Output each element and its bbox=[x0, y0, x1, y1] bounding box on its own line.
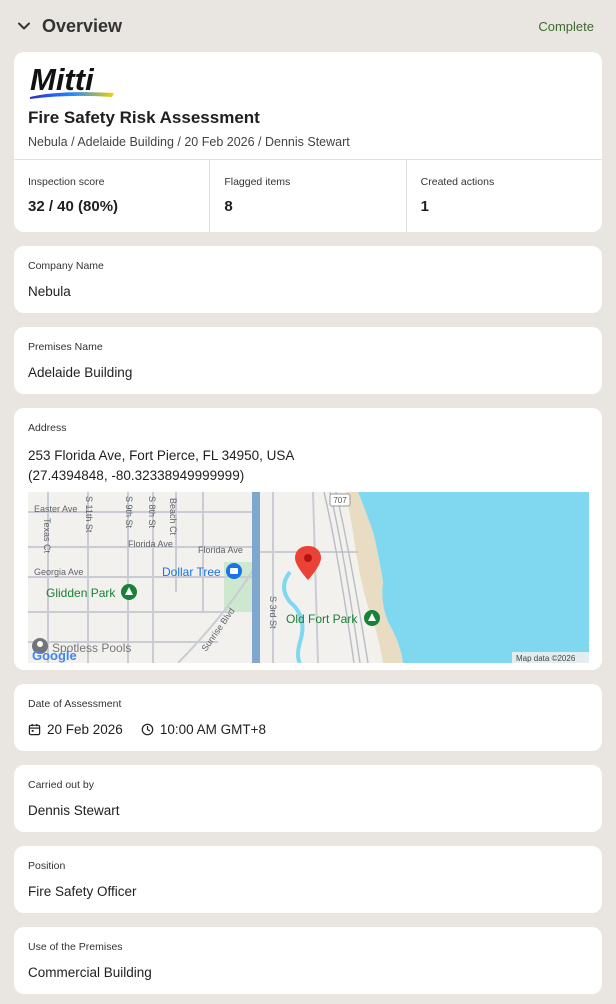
address-line: 253 Florida Ave, Fort Pierce, FL 34950, … bbox=[28, 448, 295, 463]
svg-text:S 3rd St: S 3rd St bbox=[268, 596, 278, 629]
svg-text:Georgia Ave: Georgia Ave bbox=[34, 567, 83, 577]
field-label: Premises Name bbox=[28, 341, 103, 353]
mitti-logo: Mitti bbox=[30, 64, 114, 99]
field-label: Date of Assessment bbox=[28, 698, 122, 710]
stat-inspection-score: Inspection score 32 / 40 (80%) bbox=[14, 160, 211, 232]
svg-text:Florida Ave: Florida Ave bbox=[198, 545, 243, 555]
place-label: Glidden Park bbox=[46, 586, 116, 600]
svg-text:707: 707 bbox=[333, 496, 347, 505]
field-label: Address bbox=[28, 422, 67, 434]
stat-flagged-items[interactable]: Flagged items 8 bbox=[210, 160, 407, 232]
field-label: Use of the Premises bbox=[28, 941, 123, 953]
assessment-time: 10:00 AM GMT+8 bbox=[159, 722, 266, 737]
svg-text:Mitti: Mitti bbox=[30, 64, 95, 97]
svg-text:S 9th St: S 9th St bbox=[124, 496, 134, 529]
field-value: Adelaide Building bbox=[28, 365, 133, 380]
report-subtitle: Nebula / Adelaide Building / 20 Feb 2026… bbox=[28, 135, 350, 149]
svg-text:S 8th St: S 8th St bbox=[147, 496, 157, 529]
place-label: Dollar Tree bbox=[162, 565, 221, 579]
stat-label: Inspection score bbox=[28, 176, 105, 188]
stat-value: 8 bbox=[224, 198, 233, 215]
calendar-icon bbox=[28, 723, 41, 736]
company-name-field: Company Name Nebula bbox=[14, 246, 602, 313]
svg-text:S 11th St: S 11th St bbox=[84, 496, 94, 533]
field-label: Position bbox=[28, 860, 66, 872]
address-field: Address 253 Florida Ave, Fort Pierce, FL… bbox=[14, 408, 602, 670]
stat-value: 32 / 40 (80%) bbox=[28, 198, 119, 215]
map-attribution: Map data ©2026 bbox=[516, 654, 576, 663]
stat-created-actions[interactable]: Created actions 1 bbox=[407, 160, 602, 232]
location-map[interactable]: 707 Easter Ave S 11th St S 9th St S 8th … bbox=[28, 492, 589, 663]
date-of-assessment-field: Date of Assessment 20 Feb 2026 10:00 AM … bbox=[14, 684, 602, 751]
use-of-premises-field: Use of the Premises Commercial Building bbox=[14, 927, 602, 994]
stat-value: 1 bbox=[420, 198, 429, 215]
carried-out-by-field: Carried out by Dennis Stewart bbox=[14, 765, 602, 832]
premises-name-field: Premises Name Adelaide Building bbox=[14, 327, 602, 394]
stat-label: Flagged items bbox=[224, 176, 291, 188]
field-value: Fire Safety Officer bbox=[28, 884, 137, 899]
field-label: Carried out by bbox=[28, 779, 94, 791]
clock-icon bbox=[141, 723, 154, 736]
coordinates-line: (27.4394848, -80.32338949999999) bbox=[28, 468, 245, 483]
section-title: Overview bbox=[42, 15, 123, 36]
place-label: Old Fort Park bbox=[286, 612, 358, 626]
report-title: Fire Safety Risk Assessment bbox=[28, 108, 260, 127]
field-label: Company Name bbox=[28, 260, 104, 272]
stat-label: Created actions bbox=[420, 176, 495, 188]
svg-text:Easter Ave: Easter Ave bbox=[34, 504, 77, 514]
google-logo: Google bbox=[32, 648, 77, 663]
assessment-date: 20 Feb 2026 bbox=[47, 722, 123, 737]
svg-text:Texas Ct: Texas Ct bbox=[42, 518, 52, 554]
chevron-down-icon[interactable] bbox=[16, 18, 32, 34]
overview-header[interactable]: Overview Complete bbox=[0, 0, 616, 52]
status-label: Complete bbox=[538, 18, 594, 34]
field-value: Dennis Stewart bbox=[28, 803, 120, 818]
field-value: Nebula bbox=[28, 284, 71, 299]
svg-text:Florida Ave: Florida Ave bbox=[128, 539, 173, 549]
field-value: Commercial Building bbox=[28, 965, 152, 980]
svg-text:Beach Ct: Beach Ct bbox=[168, 498, 178, 536]
report-summary-card: Mitti Fire Safety Risk Assessment Nebula… bbox=[14, 52, 602, 232]
main-road bbox=[252, 492, 260, 663]
position-field: Position Fire Safety Officer bbox=[14, 846, 602, 913]
